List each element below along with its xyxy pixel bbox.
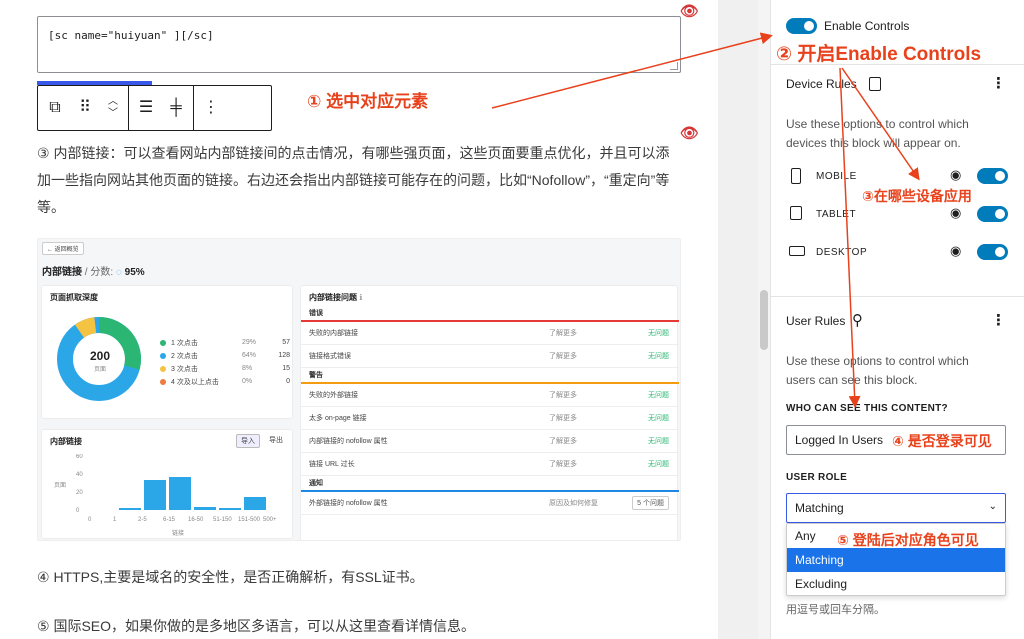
annotation-3: ③在哪些设备应用	[862, 188, 972, 204]
annotation-5: ⑤ 登陆后对应角色可见	[837, 532, 979, 548]
annotation-2: ② 开启Enable Controls	[776, 44, 982, 65]
screen: 👁︎ [sc name="huiyuan" ][/sc] ⧉ ⠿ ︿ ﹀ ☰ ╪…	[0, 0, 1024, 639]
annotation-4: ④ 是否登录可见	[892, 433, 992, 449]
annotation-1: ① 选中对应元素	[307, 92, 429, 111]
